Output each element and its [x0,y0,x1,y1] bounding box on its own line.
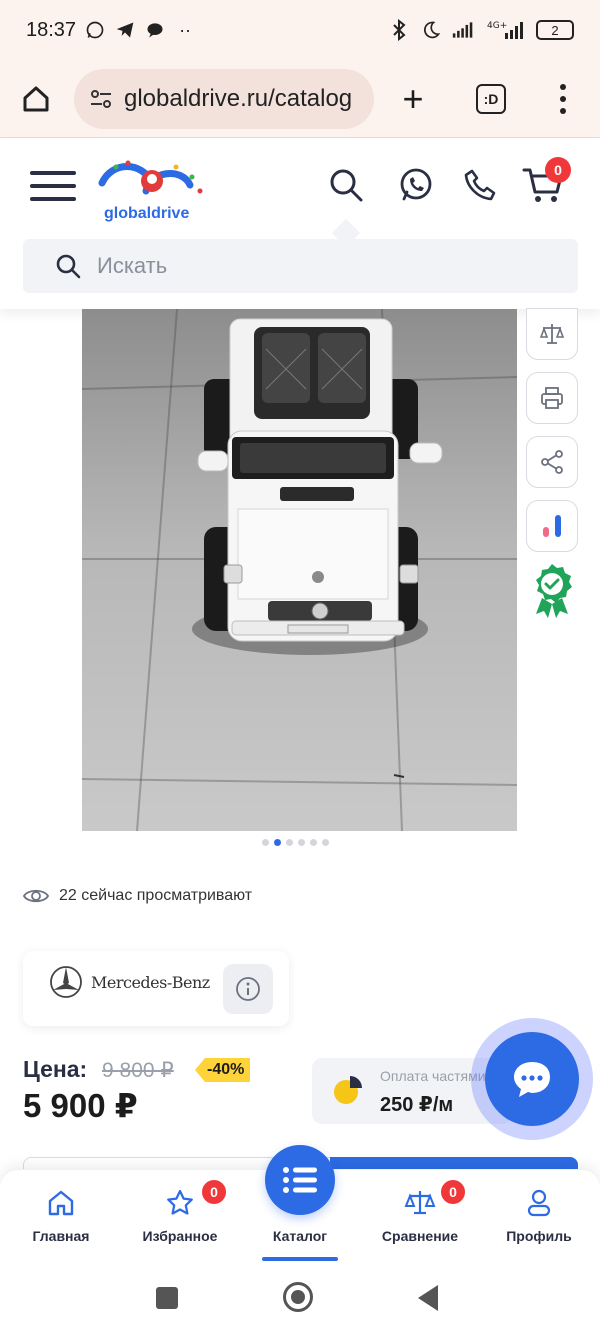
battery-indicator: 2 [536,20,574,40]
menu-icon[interactable] [30,171,76,201]
browser-menu-button[interactable] [558,83,568,114]
scales-icon [539,324,565,344]
nav-compare-label: Сравнение [381,1228,459,1244]
more-notifications-icon: ·· [179,19,192,40]
site-logo[interactable]: globaldrive [96,155,208,225]
brand-name: Mercedes-Benz [91,972,210,992]
browser-toolbar: globaldrive.ru/catalog + :D [0,60,600,138]
discount-badge: -40% [195,1058,251,1082]
whatsapp-notification-icon [84,19,106,41]
recent-apps-button[interactable] [156,1287,178,1309]
nav-catalog-label: Каталог [272,1228,328,1244]
new-tab-button[interactable]: + [398,80,428,116]
current-price: 5 900 ₽ [23,1087,138,1124]
telegram-notification-icon [114,19,136,41]
eye-icon [23,889,49,903]
quality-badge-icon[interactable] [528,562,576,618]
print-button[interactable] [526,372,578,424]
old-price: 9 800 ₽ [102,1059,174,1082]
gallery-dot[interactable] [310,839,317,846]
share-button[interactable] [526,436,578,488]
printer-icon [541,387,563,409]
bluetooth-icon [388,19,410,41]
cart-count-badge: 0 [545,157,571,183]
moon-icon [420,19,442,41]
nav-favorites-label: Избранное [142,1228,218,1244]
chat-button[interactable] [485,1032,579,1126]
home-icon [44,1186,78,1220]
browser-home-button[interactable] [16,79,56,119]
search-input[interactable]: Искать [23,239,578,293]
phone-icon[interactable] [460,165,500,205]
viewers-text: 22 сейчас просматривают [59,887,253,904]
brand-card[interactable]: Mercedes-Benz [23,951,289,1026]
chat-notification-icon [144,19,166,41]
nav-home[interactable]: Главная [6,1186,116,1244]
bar-chart-icon [543,515,561,537]
nav-home-label: Главная [32,1228,90,1244]
url-text: globaldrive.ru/catalog [124,84,353,112]
share-icon [541,450,563,474]
system-back-button[interactable] [418,1285,438,1311]
nav-profile-label: Профиль [506,1228,572,1244]
product-image[interactable] [82,309,517,831]
site-header: globaldrive 0 Искать [0,139,600,309]
nav-profile[interactable]: Профиль [484,1186,594,1244]
info-icon [236,977,260,1001]
mercedes-star-icon [50,966,82,998]
installment-label: Оплата частями [380,1068,486,1084]
status-time: 18:37 [26,18,77,41]
favorites-count-badge: 0 [200,1178,228,1206]
compare-button[interactable] [526,308,578,360]
system-home-button[interactable] [283,1282,313,1312]
tabs-button[interactable]: :D [476,83,506,114]
search-field-icon [56,254,81,279]
gallery-dot-active[interactable] [274,839,281,846]
chat-bubble-icon [514,1062,550,1097]
brand-info-button[interactable] [223,964,273,1014]
status-bar: 18:37 ·· 4G+ 2 [0,0,600,60]
gallery-dot[interactable] [322,839,329,846]
stats-button[interactable] [526,500,578,552]
brand-logo: Mercedes-Benz [49,965,210,999]
gallery-dot[interactable] [262,839,269,846]
gallery-pagination [262,839,329,846]
system-navigation-bar [0,1262,600,1332]
site-settings-icon[interactable] [88,86,114,112]
list-icon [283,1167,317,1193]
installment-amount: 250 ₽/м [380,1094,454,1116]
scales-icon [403,1186,437,1220]
price-label: Цена: [23,1056,88,1082]
catalog-button[interactable] [265,1145,335,1215]
address-bar[interactable]: globaldrive.ru/catalog [74,68,374,129]
user-icon [522,1186,556,1220]
star-icon [163,1186,197,1220]
signal-icon [452,19,474,41]
svg-text:4G+: 4G+ [487,21,507,31]
search-placeholder: Искать [97,253,168,278]
logo-text: globaldrive [104,205,190,222]
whatsapp-icon[interactable] [396,165,436,205]
search-icon[interactable] [326,165,366,205]
gallery-dot[interactable] [298,839,305,846]
compare-count-badge: 0 [439,1178,467,1206]
signal-4g-icon: 4G+ [484,19,526,41]
viewers-count: 22 сейчас просматривают [23,887,252,905]
pie-icon [334,1076,362,1104]
gallery-dot[interactable] [286,839,293,846]
